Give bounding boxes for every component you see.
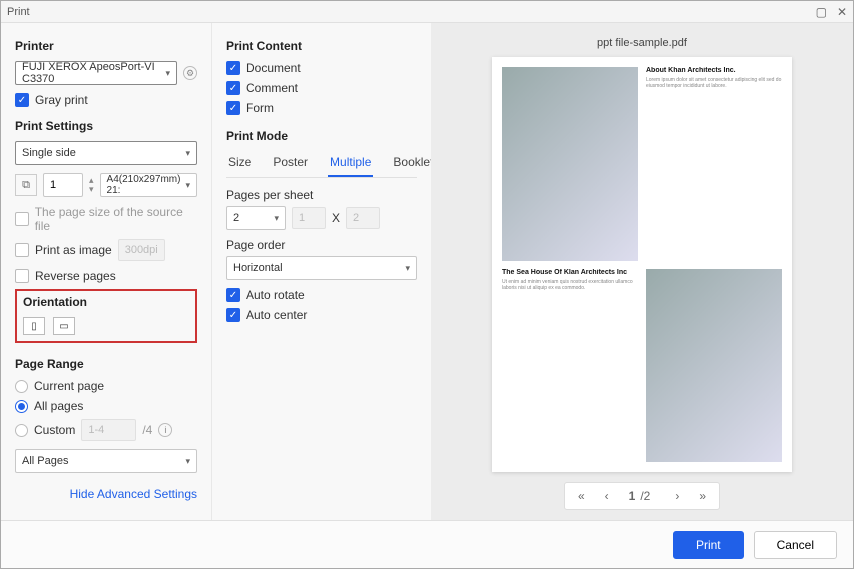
printer-heading: Printer <box>15 39 197 53</box>
left-panel: Printer FUJI XEROX ApeosPort-VI C3370▾ ⚙… <box>1 23 211 520</box>
tab-poster[interactable]: Poster <box>271 151 310 177</box>
info-icon: i <box>158 423 172 437</box>
pages-per-sheet-label: Pages per sheet <box>226 188 417 202</box>
all-pages-radio[interactable]: All pages <box>15 399 197 413</box>
orientation-landscape-button[interactable]: ▭ <box>53 317 75 335</box>
gray-print-checkbox[interactable]: Gray print <box>15 93 197 107</box>
page-range-heading: Page Range <box>15 357 197 371</box>
tab-size[interactable]: Size <box>226 151 253 177</box>
print-settings-heading: Print Settings <box>15 119 197 133</box>
auto-center-checkbox[interactable]: Auto center <box>226 308 417 322</box>
pages-per-sheet-select[interactable]: 2▾ <box>226 206 286 230</box>
side-select[interactable]: Single side▾ <box>15 141 197 165</box>
orientation-heading: Orientation <box>23 295 189 309</box>
close-icon[interactable]: ✕ <box>837 5 847 19</box>
preview-panel: ppt file-sample.pdf About Khan Architect… <box>431 23 853 520</box>
page-order-select[interactable]: Horizontal▾ <box>226 256 417 280</box>
dpi-input: 300dpi <box>118 239 165 261</box>
pager-first-icon[interactable]: « <box>573 489 590 503</box>
custom-range-radio[interactable]: Custom <box>15 423 75 437</box>
grid-rows-input: 2 <box>346 207 380 229</box>
orientation-group: Orientation ▯ ▭ <box>15 289 197 343</box>
comment-checkbox[interactable]: Comment <box>226 81 417 95</box>
hide-advanced-link[interactable]: Hide Advanced Settings <box>15 487 197 501</box>
dialog-footer: Print Cancel <box>1 520 853 568</box>
print-dialog: Print ▢ ✕ Printer FUJI XEROX ApeosPort-V… <box>0 0 854 569</box>
maximize-icon[interactable]: ▢ <box>816 5 827 19</box>
orientation-portrait-button[interactable]: ▯ <box>23 317 45 335</box>
print-mode-heading: Print Mode <box>226 129 417 143</box>
titlebar: Print ▢ ✕ <box>1 1 853 23</box>
pager-next-icon[interactable]: › <box>670 489 684 503</box>
page-filter-select[interactable]: All Pages▾ <box>15 449 197 473</box>
pager-last-icon[interactable]: » <box>694 489 711 503</box>
printer-select[interactable]: FUJI XEROX ApeosPort-VI C3370▾ <box>15 61 177 85</box>
source-size-checkbox[interactable]: The page size of the source file <box>15 205 197 233</box>
document-checkbox[interactable]: Document <box>226 61 417 75</box>
tab-booklet[interactable]: Booklet <box>391 151 435 177</box>
copies-input[interactable] <box>43 173 83 197</box>
printer-settings-icon[interactable]: ⚙ <box>183 66 197 80</box>
copies-icon: ⧉ <box>15 174 37 196</box>
tab-multiple[interactable]: Multiple <box>328 151 373 177</box>
auto-rotate-checkbox[interactable]: Auto rotate <box>226 288 417 302</box>
preview-page: About Khan Architects Inc.Lorem ipsum do… <box>492 57 792 472</box>
pager-prev-icon[interactable]: ‹ <box>600 489 614 503</box>
print-as-image-checkbox[interactable]: Print as image <box>15 243 112 257</box>
form-checkbox[interactable]: Form <box>226 101 417 115</box>
print-button[interactable]: Print <box>673 531 744 559</box>
grid-cols-input: 1 <box>292 207 326 229</box>
reverse-pages-checkbox[interactable]: Reverse pages <box>15 269 197 283</box>
current-page-radio[interactable]: Current page <box>15 379 197 393</box>
paper-size-select[interactable]: A4(210x297mm) 21:▾ <box>100 173 197 197</box>
preview-pager: « ‹ 1/2 › » <box>564 482 720 510</box>
mid-panel: Print Content Document Comment Form Prin… <box>211 23 431 520</box>
custom-range-input: 1-4 <box>81 419 136 441</box>
print-content-heading: Print Content <box>226 39 417 53</box>
preview-filename: ppt file-sample.pdf <box>597 37 687 49</box>
cancel-button[interactable]: Cancel <box>754 531 837 559</box>
window-title: Print <box>7 6 30 18</box>
page-order-label: Page order <box>226 238 417 252</box>
